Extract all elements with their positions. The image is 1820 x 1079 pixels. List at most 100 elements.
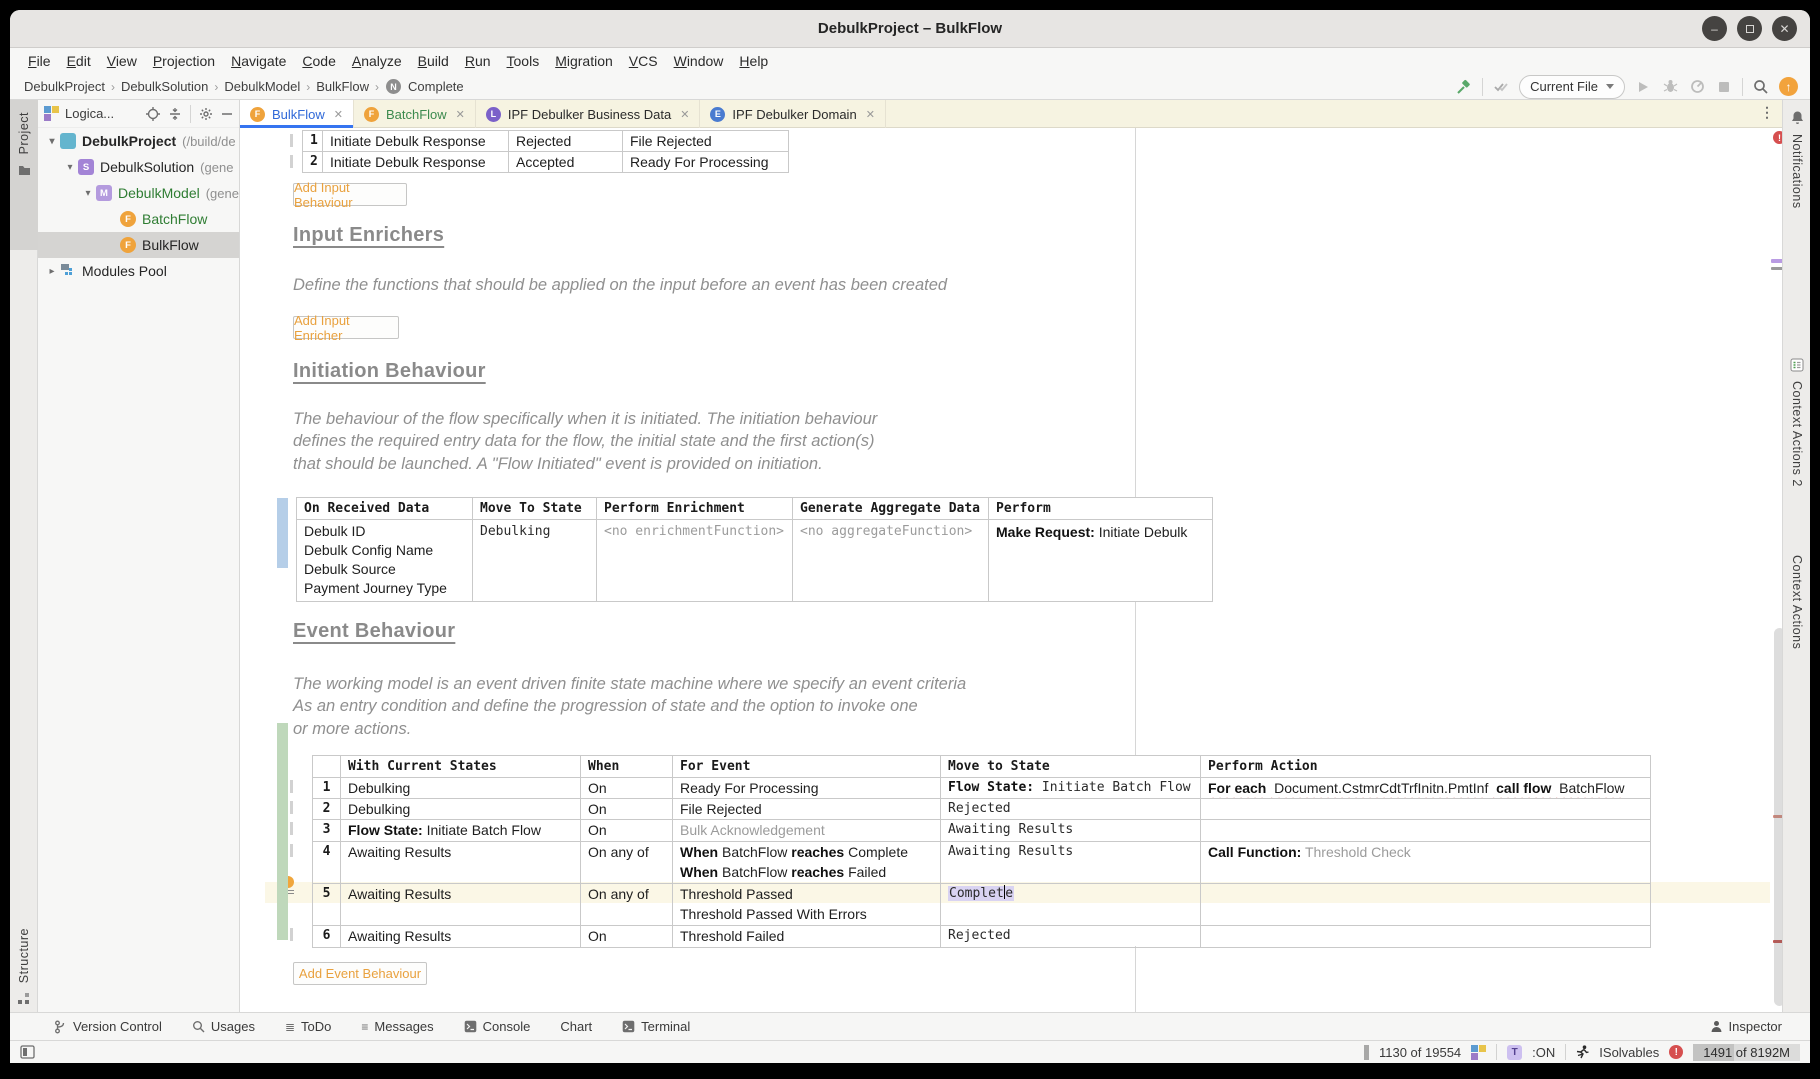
chevron-down-icon[interactable]: ▾ bbox=[64, 162, 76, 173]
chevron-right-icon[interactable]: ▸ bbox=[46, 266, 58, 277]
tool-window-console[interactable]: Console bbox=[464, 1019, 531, 1034]
inspector-person-icon bbox=[1710, 1020, 1723, 1033]
menu-code[interactable]: Code bbox=[294, 53, 343, 69]
project-panel-header: Logica... bbox=[38, 100, 239, 128]
breadcrumb-model[interactable]: DebulkModel bbox=[222, 79, 302, 94]
stripe-mark[interactable] bbox=[1771, 267, 1782, 270]
row-tick bbox=[290, 822, 293, 835]
error-count-icon[interactable]: ! bbox=[1669, 1045, 1683, 1059]
branch-icon bbox=[54, 1020, 67, 1034]
stop-icon[interactable] bbox=[1715, 78, 1733, 96]
tool-window-tab-context-actions-2[interactable]: Context Actions 2 bbox=[1790, 381, 1804, 487]
breadcrumb-separator-icon: › bbox=[302, 80, 314, 94]
menu-edit[interactable]: Edit bbox=[59, 53, 99, 69]
tool-window-messages[interactable]: ≡ Messages bbox=[361, 1019, 433, 1034]
memory-indicator[interactable]: 1491 of 8192M bbox=[1693, 1044, 1800, 1061]
tool-window-tab-context-actions[interactable]: Context Actions bbox=[1790, 555, 1804, 649]
menu-help[interactable]: Help bbox=[731, 53, 776, 69]
breadcrumb-node[interactable]: BulkFlow bbox=[314, 79, 371, 94]
tab-bulkflow[interactable]: F BulkFlow ✕ bbox=[240, 100, 354, 128]
tool-window-terminal[interactable]: Terminal bbox=[622, 1019, 690, 1034]
bell-icon[interactable] bbox=[1790, 110, 1805, 125]
tab-ipf-debulker-domain[interactable]: E IPF Debulker Domain ✕ bbox=[700, 100, 886, 128]
menu-projection[interactable]: Projection bbox=[145, 53, 223, 69]
stripe-mark[interactable] bbox=[1771, 259, 1782, 263]
coverage-icon[interactable] bbox=[1688, 78, 1706, 96]
search-everywhere-icon[interactable] bbox=[1752, 78, 1770, 96]
error-stripe-icon[interactable]: ! bbox=[1773, 131, 1782, 144]
ide-update-icon[interactable]: ↑ bbox=[1779, 77, 1798, 96]
menu-run[interactable]: Run bbox=[457, 53, 499, 69]
tree-item-debulk-solution[interactable]: ▾ S DebulkSolution (gene bbox=[38, 154, 239, 180]
breadcrumb-current-node[interactable]: Complete bbox=[406, 79, 466, 94]
menu-tools[interactable]: Tools bbox=[499, 53, 548, 69]
chevron-down-icon bbox=[1606, 84, 1614, 89]
menu-analyze[interactable]: Analyze bbox=[344, 53, 410, 69]
tool-window-tab-structure[interactable]: Structure bbox=[10, 928, 38, 1005]
tool-window-tab-notifications[interactable]: Notifications bbox=[1790, 134, 1804, 209]
tree-item-bulk-flow[interactable]: F BulkFlow bbox=[38, 232, 239, 258]
tool-window-inspector[interactable]: Inspector bbox=[1710, 1019, 1782, 1034]
tree-item-modules-pool[interactable]: ▸ Modules Pool bbox=[38, 258, 239, 284]
breadcrumb-solution[interactable]: DebulkSolution bbox=[119, 79, 210, 94]
menu-window[interactable]: Window bbox=[666, 53, 732, 69]
hide-panel-icon[interactable] bbox=[221, 108, 233, 120]
add-event-behaviour-button[interactable]: Add Event Behaviour bbox=[293, 962, 427, 985]
tab-options-kebab-icon[interactable]: ⋮ bbox=[1760, 100, 1782, 127]
close-icon[interactable]: ✕ bbox=[680, 108, 689, 121]
tab-batchflow[interactable]: F BatchFlow ✕ bbox=[354, 100, 476, 128]
chevron-down-icon[interactable]: ▾ bbox=[82, 188, 94, 199]
add-input-behaviour-button[interactable]: Add Input Behaviour bbox=[293, 183, 407, 206]
tree-item-debulk-project[interactable]: ▾ DebulkProject (/build/de bbox=[38, 128, 239, 154]
tool-window-chart[interactable]: Chart bbox=[560, 1019, 592, 1034]
event-behaviour-table: With Current States When For Event Move … bbox=[312, 755, 1651, 948]
debug-icon[interactable] bbox=[1661, 78, 1679, 96]
run-icon[interactable] bbox=[1634, 78, 1652, 96]
breadcrumb-project[interactable]: DebulkProject bbox=[22, 79, 107, 94]
menu-vcs[interactable]: VCS bbox=[621, 53, 666, 69]
menu-file[interactable]: File bbox=[20, 53, 59, 69]
checklist-icon[interactable] bbox=[1790, 358, 1804, 372]
tree-item-batch-flow[interactable]: F BatchFlow bbox=[38, 206, 239, 232]
gear-icon[interactable] bbox=[199, 107, 213, 121]
node-badge-icon: N bbox=[386, 79, 401, 94]
collapse-all-icon[interactable] bbox=[168, 107, 182, 121]
solvables-indicator[interactable]: ISolvables bbox=[1599, 1045, 1659, 1060]
table-row: 2 Initiate Debulk Response Accepted Read… bbox=[303, 152, 789, 173]
change-bar bbox=[277, 723, 288, 940]
selected-cell[interactable]: Complete bbox=[941, 884, 1201, 926]
tab-ipf-debulker-business-data[interactable]: L IPF Debulker Business Data ✕ bbox=[476, 100, 701, 128]
language-node-icon: L bbox=[486, 107, 501, 122]
maximize-button[interactable] bbox=[1737, 16, 1762, 41]
typesystem-state[interactable]: :ON bbox=[1532, 1045, 1555, 1060]
commit-checks-icon[interactable] bbox=[1492, 78, 1510, 96]
close-icon[interactable]: ✕ bbox=[866, 108, 875, 121]
locate-icon[interactable] bbox=[146, 107, 160, 121]
menu-migration[interactable]: Migration bbox=[547, 53, 621, 69]
menu-view[interactable]: View bbox=[99, 53, 145, 69]
run-configuration-select[interactable]: Current File bbox=[1519, 75, 1625, 99]
project-view-selector[interactable]: Logica... bbox=[65, 106, 114, 121]
tool-window-todo[interactable]: ≣ ToDo bbox=[285, 1019, 331, 1034]
close-button[interactable]: ✕ bbox=[1772, 16, 1797, 41]
close-icon[interactable]: ✕ bbox=[334, 108, 343, 121]
layout-toggle-icon[interactable] bbox=[20, 1045, 35, 1059]
tool-window-tab-project[interactable]: Project bbox=[10, 100, 38, 250]
scrollbar[interactable] bbox=[1774, 628, 1782, 1006]
minimize-button[interactable]: – bbox=[1702, 16, 1727, 41]
tree-item-debulk-model[interactable]: ▾ M DebulkModel (gene bbox=[38, 180, 239, 206]
add-input-enricher-button[interactable]: Add Input Enricher bbox=[293, 316, 399, 339]
tool-window-version-control[interactable]: Version Control bbox=[54, 1019, 162, 1034]
position-indicator-block bbox=[1364, 1045, 1369, 1060]
menu-navigate[interactable]: Navigate bbox=[223, 53, 294, 69]
node-position[interactable]: 1130 of 19554 bbox=[1379, 1045, 1461, 1060]
typesystem-badge[interactable]: T bbox=[1507, 1045, 1522, 1060]
table-row: Debulk ID Debulk Config Name Debulk Sour… bbox=[297, 520, 1213, 602]
build-hammer-icon[interactable] bbox=[1455, 78, 1473, 96]
chevron-down-icon[interactable]: ▾ bbox=[46, 136, 58, 147]
menu-build[interactable]: Build bbox=[410, 53, 457, 69]
tool-window-usages[interactable]: Usages bbox=[192, 1019, 255, 1034]
title-bar: DebulkProject – BulkFlow – ✕ bbox=[10, 10, 1810, 48]
close-icon[interactable]: ✕ bbox=[456, 108, 465, 121]
flow-node-icon: F bbox=[250, 107, 265, 122]
